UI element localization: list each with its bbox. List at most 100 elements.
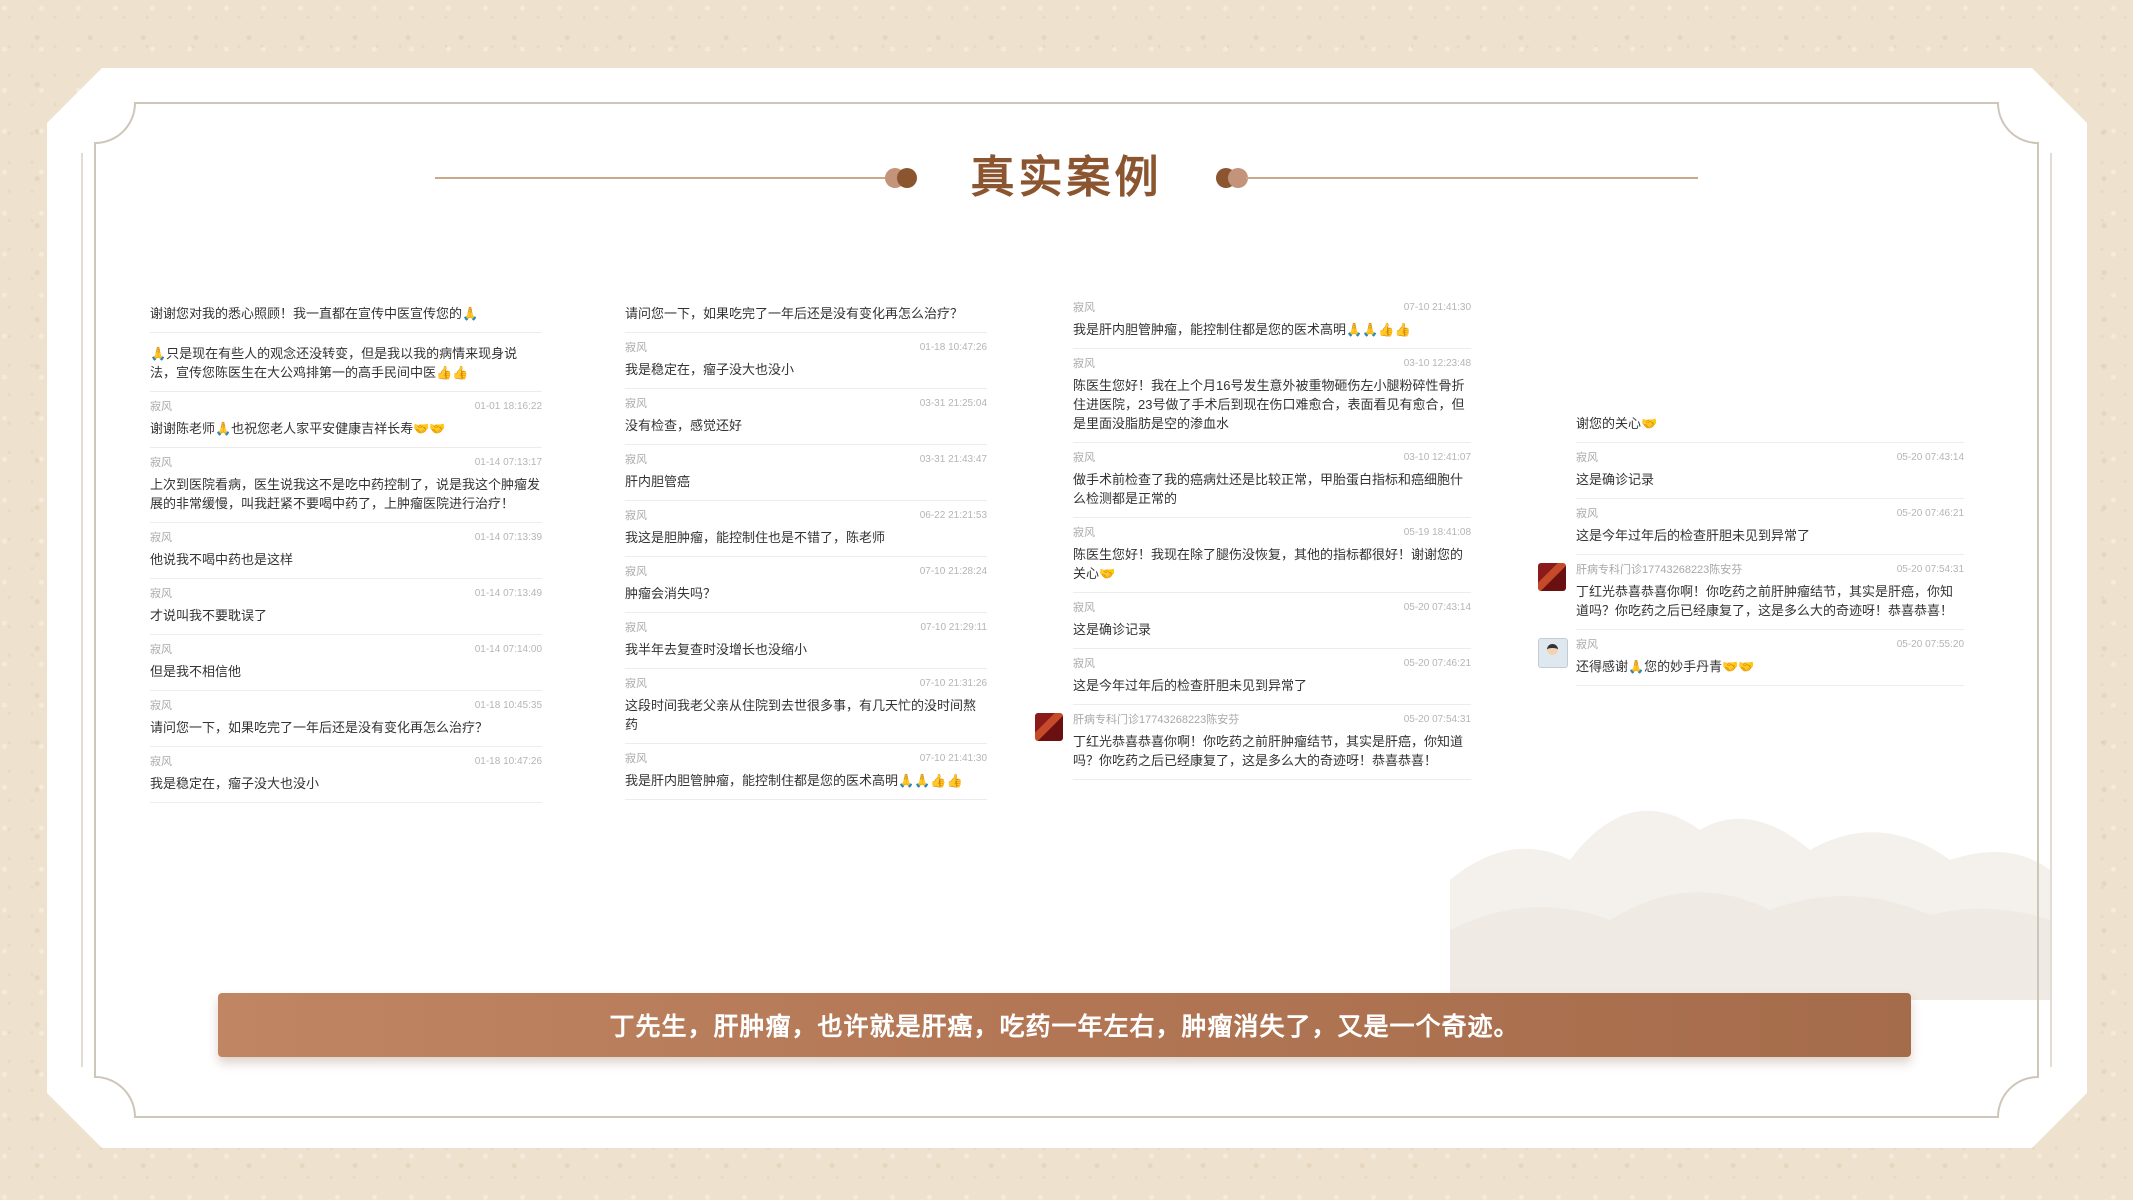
sender-name: 寂风: [625, 622, 647, 634]
chat-message: 谢谢您对我的悉心照顾！我一直都在宣传中医宣传您的🙏: [150, 304, 542, 333]
message-text: 上次到医院看病，医生说我这不是吃中药控制了，说是我这个肿瘤发展的非常缓慢，叫我赶…: [150, 477, 541, 511]
sender-name: 寂风: [1576, 452, 1598, 464]
sender-name: 寂风: [1073, 358, 1095, 370]
message-text: 陈医生您好！我现在除了腿伤没恢复，其他的指标都很好！谢谢您的关心🤝: [1073, 547, 1464, 581]
message-text: 但是我不相信他: [150, 664, 242, 679]
message-text: 这段时间我老父亲从住院到去世很多事，有几天忙的没时间熬药: [625, 698, 977, 732]
chat-message: 寂风 05-20 07:46:21 这是今年过年后的检查肝胆未见到异常了: [1073, 649, 1471, 705]
message-time: 07-10 21:31:26: [919, 678, 987, 689]
chat-message: 寂风 05-20 07:55:20 还得感谢🙏您的妙手丹青🤝🤝: [1538, 630, 1964, 686]
chat-message: 寂风 01-14 07:13:39 他说我不喝中药也是这样: [150, 523, 542, 579]
sender-name: 肝病专科门诊17743268223陈安芬: [1576, 564, 1743, 576]
chat-message: 🙏只是现在有些人的观念还没转变，但是我以我的病情来现身说法，宣传您陈医生在大公鸡…: [150, 333, 542, 392]
message-time: 05-20 07:54:31: [1896, 564, 1964, 575]
message-text: 没有检查，感觉还好: [625, 418, 743, 433]
sender-name: 寂风: [1576, 639, 1598, 651]
message-time: 05-20 07:43:14: [1403, 602, 1471, 613]
sender-name: 寂风: [150, 401, 172, 413]
chat-message: 寂风 05-20 07:43:14 这是确诊记录: [1576, 443, 1964, 499]
message-time: 07-10 21:28:24: [919, 566, 987, 577]
message-text: 我是稳定在，瘤子没大也没小: [625, 362, 795, 377]
message-time: 01-18 10:45:35: [474, 700, 542, 711]
message-text: 请问您一下，如果吃完了一年后还是没有变化再怎么治疗？: [150, 720, 489, 735]
sender-name: 寂风: [625, 454, 647, 466]
sender-name: 寂风: [1073, 527, 1095, 539]
message-time: 01-18 10:47:26: [919, 342, 987, 353]
chat-message: 寂风 03-31 21:25:04 没有检查，感觉还好: [625, 389, 987, 445]
message-time: 01-18 10:47:26: [474, 756, 542, 767]
message-time: 07-10 21:41:30: [919, 753, 987, 764]
chat-message: 寂风 01-18 10:47:26 我是稳定在，瘤子没大也没小: [625, 333, 987, 389]
message-text: 还得感谢🙏您的妙手丹青🤝🤝: [1576, 659, 1755, 674]
page-title: 真实案例: [970, 152, 1163, 203]
chat-screenshot-3: 寂风 07-10 21:41:30 我是肝内胆管肿瘤，能控制住都是您的医术高明🙏🙏👍…: [1035, 300, 1471, 915]
avatar: [1538, 638, 1568, 668]
chat-message: 寂风 01-14 07:14:00 但是我不相信他: [150, 635, 542, 691]
message-text: 做手术前检查了我的癌病灶还是比较正常，甲胎蛋白指标和癌细胞什么检测都是正常的: [1073, 472, 1464, 506]
message-time: 01-14 07:14:00: [474, 644, 542, 655]
message-text: 谢谢您对我的悉心照顾！我一直都在宣传中医宣传您的🙏: [150, 306, 479, 321]
message-text: 这是确诊记录: [1576, 472, 1655, 487]
chat-message: 谢您的关心🤝: [1576, 414, 1964, 443]
message-time: 03-10 12:23:48: [1403, 358, 1471, 369]
chat-message: 寂风 07-10 21:41:30 我是肝内胆管肿瘤，能控制住都是您的医术高明🙏🙏👍…: [625, 744, 987, 800]
sender-name: 寂风: [1073, 658, 1095, 670]
message-text: 才说叫我不要耽误了: [150, 608, 268, 623]
sender-name: 寂风: [625, 678, 647, 690]
chat-message: 寂风 05-20 07:46:21 这是今年过年后的检查肝胆未见到异常了: [1576, 499, 1964, 555]
chat-message: 寂风 07-10 21:28:24 肿瘤会消失吗？: [625, 557, 987, 613]
chat-screenshot-1: 谢谢您对我的悉心照顾！我一直都在宣传中医宣传您的🙏 🙏只是现在有些人的观念还没转变…: [150, 300, 542, 915]
summary-banner: 丁先生，肝肿瘤，也许就是肝癌，吃药一年左右，肿瘤消失了，又是一个奇迹。: [218, 993, 1911, 1057]
sender-name: 寂风: [1073, 302, 1095, 314]
message-text: 我是稳定在，瘤子没大也没小: [150, 776, 320, 791]
chat-message: 寂风 05-19 18:41:08 陈医生您好！我现在除了腿伤没恢复，其他的指标都很…: [1073, 518, 1471, 593]
summary-text: 丁先生，肝肿瘤，也许就是肝癌，吃药一年左右，肿瘤消失了，又是一个奇迹。: [609, 1012, 1520, 1041]
chat-message: 寂风 01-18 10:47:26 我是稳定在，瘤子没大也没小: [150, 747, 542, 803]
message-text: 肿瘤会消失吗？: [625, 586, 717, 601]
chat-message: 寂风 01-14 07:13:17 上次到医院看病，医生说我这不是吃中药控制了，说是…: [150, 448, 542, 523]
sender-name: 寂风: [625, 753, 647, 765]
message-time: 01-01 18:16:22: [474, 401, 542, 412]
message-time: 01-14 07:13:39: [474, 532, 542, 543]
sender-name: 寂风: [625, 398, 647, 410]
avatar: [1538, 563, 1566, 591]
chat-message: 寂风 07-10 21:41:30 我是肝内胆管肿瘤，能控制住都是您的医术高明🙏🙏👍…: [1073, 300, 1471, 349]
chat-message: 寂风 03-10 12:41:07 做手术前检查了我的癌病灶还是比较正常，甲胎蛋白指…: [1073, 443, 1471, 518]
sender-name: 寂风: [150, 756, 172, 768]
message-time: 03-31 21:25:04: [919, 398, 987, 409]
sender-name: 肝病专科门诊17743268223陈安芬: [1073, 714, 1240, 726]
sender-name: 寂风: [150, 588, 172, 600]
message-time: 05-20 07:55:20: [1896, 639, 1964, 650]
message-text: 这是今年过年后的检查肝胆未见到异常了: [1073, 678, 1308, 693]
message-text: 我是肝内胆管肿瘤，能控制住都是您的医术高明🙏🙏👍👍: [1073, 322, 1411, 337]
sender-name: 寂风: [150, 457, 172, 469]
message-time: 05-20 07:46:21: [1896, 508, 1964, 519]
message-text: 我这是胆肿瘤，能控制住也是不错了，陈老师: [625, 530, 886, 545]
chat-message: 寂风 01-18 10:45:35 请问您一下，如果吃完了一年后还是没有变化再怎么治…: [150, 691, 542, 747]
chat-message: 肝病专科门诊17743268223陈安芬 05-20 07:54:31 丁红光恭喜恭…: [1538, 555, 1964, 630]
sender-name: 寂风: [1576, 508, 1598, 520]
title-right-ornament: [1216, 168, 1698, 188]
sender-name: 寂风: [1073, 602, 1095, 614]
chat-message: 寂风 03-10 12:23:48 陈医生您好！我在上个月16号发生意外被重物砸伤左…: [1073, 349, 1471, 443]
message-time: 03-10 12:41:07: [1403, 452, 1471, 463]
message-text: 我半年去复查时没增长也没缩小: [625, 642, 808, 657]
chat-message: 请问您一下，如果吃完了一年后还是没有变化再怎么治疗？: [625, 304, 987, 333]
message-text: 谢谢陈老师🙏也祝您老人家平安健康吉祥长寿🤝🤝: [150, 421, 446, 436]
message-text: 丁红光恭喜恭喜你啊！你吃药之前肝肿瘤结节，其实是肝癌，你知道吗？你吃药之后已经康…: [1073, 734, 1464, 768]
sender-name: 寂风: [150, 532, 172, 544]
message-text: 肝内胆管癌: [625, 474, 691, 489]
sender-name: 寂风: [150, 700, 172, 712]
chat-screenshot-4: 谢您的关心🤝 寂风 05-20 07:43:14 这是确诊记录 寂风 05-20 07:4…: [1538, 410, 1964, 870]
chat-message: 寂风 03-31 21:43:47 肝内胆管癌: [625, 445, 987, 501]
message-time: 03-31 21:43:47: [919, 454, 987, 465]
message-time: 01-14 07:13:17: [474, 457, 542, 468]
message-text: 陈医生您好！我在上个月16号发生意外被重物砸伤左小腿粉碎性骨折住进医院，23号做…: [1073, 378, 1465, 431]
message-time: 05-20 07:54:31: [1403, 714, 1471, 725]
message-text: 🙏只是现在有些人的观念还没转变，但是我以我的病情来现身说法，宣传您陈医生在大公鸡…: [150, 346, 518, 380]
message-time: 05-19 18:41:08: [1403, 527, 1471, 538]
chat-message: 寂风 07-10 21:29:11 我半年去复查时没增长也没缩小: [625, 613, 987, 669]
message-time: 06-22 21:21:53: [919, 510, 987, 521]
message-text: 他说我不喝中药也是这样: [150, 552, 294, 567]
message-text: 这是确诊记录: [1073, 622, 1152, 637]
